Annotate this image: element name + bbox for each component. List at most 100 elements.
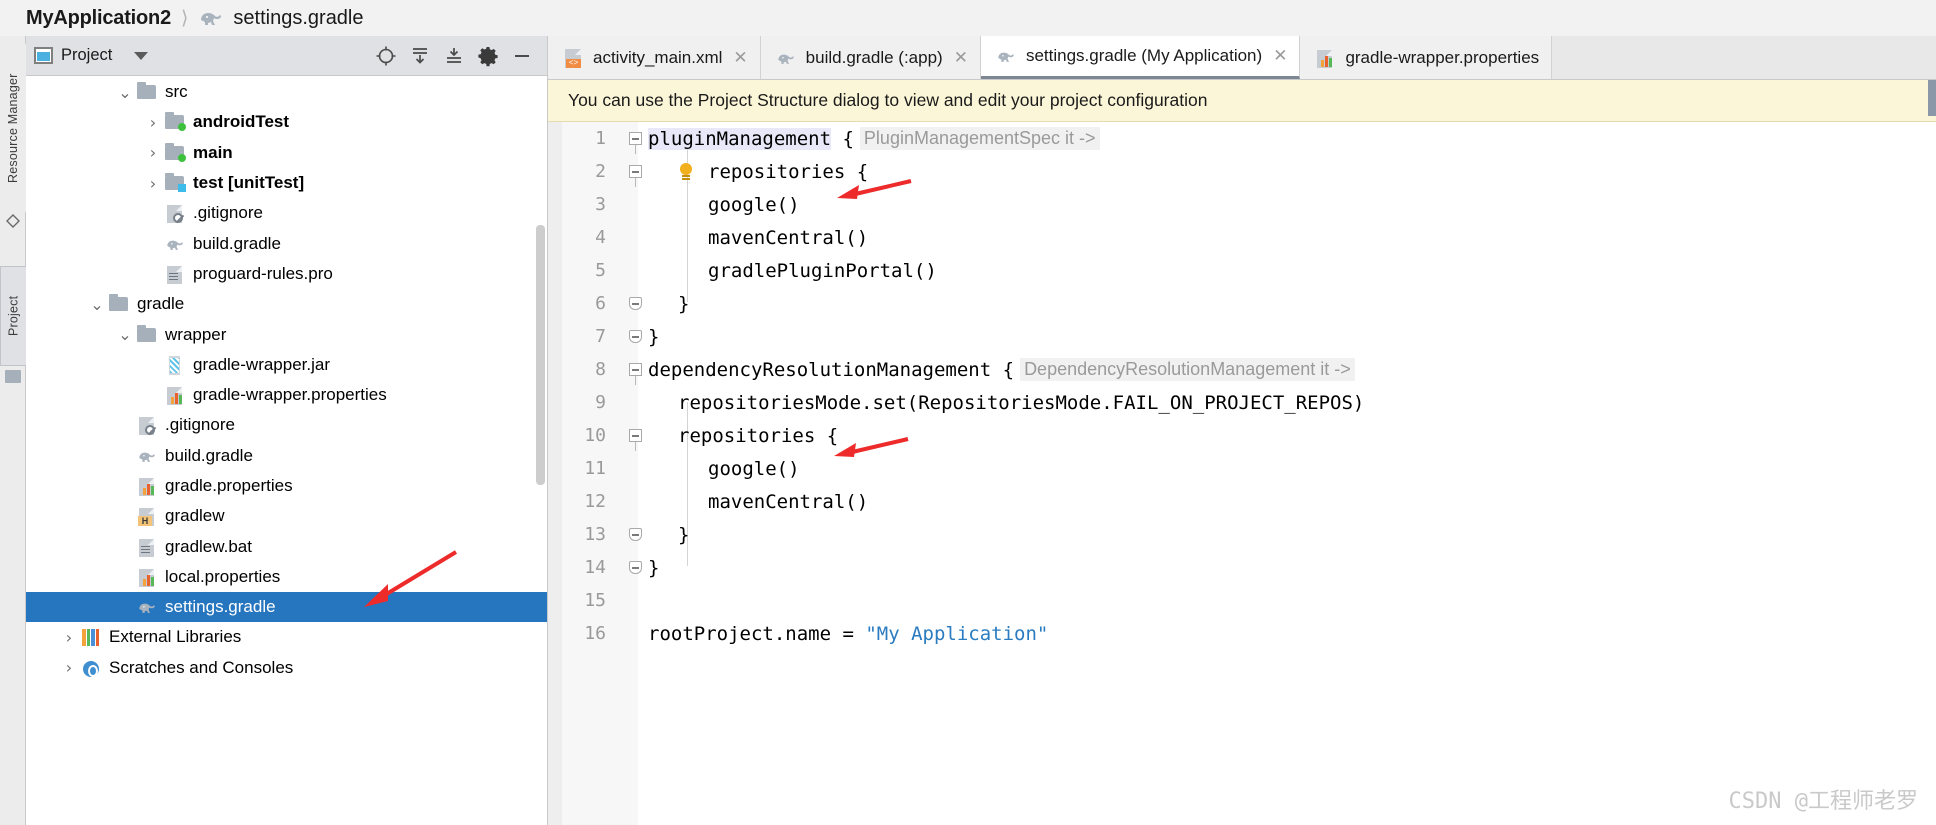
chevron-right-icon[interactable]: › [142, 174, 164, 193]
tab-settings-gradle-my-application[interactable]: settings.gradle (My Application) ✕ [980, 36, 1301, 79]
tree-item-wrapper[interactable]: ⌄ wrapper [26, 319, 547, 349]
code-line[interactable]: 1 pluginManagement {PluginManagementSpec … [548, 122, 1936, 155]
tree-item-scratches-and-consoles[interactable]: › Scratches and Consoles [26, 653, 547, 683]
chevron-down-icon[interactable] [134, 51, 149, 60]
breadcrumb-project[interactable]: MyApplication2 [26, 7, 171, 30]
locate-icon[interactable] [369, 39, 403, 73]
tree-item-gradle[interactable]: ⌄ gradle [26, 289, 547, 319]
project-panel-title: Project [61, 46, 113, 64]
sidebar-item-resource-manager[interactable]: Resource Manager [0, 44, 26, 212]
line-number: 1 [595, 128, 606, 149]
settings-gear-icon[interactable] [471, 39, 505, 73]
tree-item-src[interactable]: ⌄ src [26, 77, 547, 107]
code-line[interactable]: 2 repositories { [548, 155, 1936, 188]
gradle-elephant-icon [198, 8, 224, 28]
code-line[interactable]: 8 dependencyResolutionManagement {Depende… [548, 353, 1936, 386]
fold-end-icon[interactable] [622, 528, 648, 541]
fold-collapse-icon[interactable] [622, 363, 648, 385]
fold-collapse-icon[interactable] [622, 429, 648, 451]
code-viewport[interactable]: 1 pluginManagement {PluginManagementSpec … [548, 122, 1936, 825]
tab-build-gradle-app[interactable]: build.gradle (:app) ✕ [760, 36, 981, 79]
close-icon[interactable]: ✕ [733, 48, 747, 68]
code-line[interactable]: 15 [548, 584, 1936, 617]
code-line[interactable]: 7} [548, 320, 1936, 353]
tree-item-gradlew[interactable]: Hgradlew [26, 501, 547, 531]
sidebar-item-project[interactable]: Project [0, 266, 26, 366]
breadcrumb-file[interactable]: settings.gradle [233, 7, 363, 30]
code-line[interactable]: 16 rootProject.name = "My Application" [548, 617, 1936, 650]
tab-activity-main-xml[interactable]: activity_main.xml ✕ [548, 36, 761, 79]
tree-item-build-gradle[interactable]: build.gradle [26, 441, 547, 471]
chevron-down-icon[interactable]: ⌄ [114, 83, 136, 102]
tree-item-label: test [unitTest] [193, 173, 305, 193]
tree-item-gitignore[interactable]: .gitignore [26, 198, 547, 228]
code-line[interactable]: 9 repositoriesMode.set(RepositoriesMode.F… [548, 386, 1936, 419]
code-line[interactable]: 3 google() [548, 188, 1936, 221]
close-icon[interactable]: ✕ [954, 48, 968, 68]
tree-item-gradle-properties[interactable]: gradle.properties [26, 471, 547, 501]
chevron-right-icon[interactable]: › [142, 113, 164, 132]
tree-item-gradle-wrapper-jar[interactable]: gradle-wrapper.jar [26, 350, 547, 380]
line-number: 2 [595, 161, 606, 182]
text-file-icon [136, 537, 158, 557]
tree-item-label: local.properties [165, 566, 281, 586]
gradle-elephant-icon [775, 48, 797, 68]
editor-horizontal-scrollbar[interactable] [1928, 80, 1936, 116]
tree-item-label: gradlew [165, 506, 225, 526]
tree-scrollbar[interactable] [536, 225, 545, 485]
expand-all-icon[interactable] [403, 39, 437, 73]
tree-item-label: wrapper [165, 324, 227, 344]
tree-item-label: .gitignore [193, 203, 263, 223]
tree-item-label: Scratches and Consoles [109, 657, 294, 677]
line-number: 8 [595, 359, 606, 380]
code-line[interactable]: 10 repositories { [548, 419, 1936, 452]
fold-collapse-icon[interactable] [622, 132, 648, 154]
tree-item-label: gradle-wrapper.properties [193, 385, 387, 405]
chevron-right-icon[interactable]: › [58, 628, 80, 647]
fold-end-icon[interactable] [622, 297, 648, 310]
tree-item-external-libraries[interactable]: › External Libraries [26, 622, 547, 652]
tree-item-build-gradle[interactable]: build.gradle [26, 228, 547, 258]
tree-item-androidtest[interactable]: › androidTest [26, 107, 547, 137]
chevron-down-icon[interactable]: ⌄ [86, 295, 108, 314]
tree-item-local-properties[interactable]: local.properties [26, 562, 547, 592]
tree-item-gitignore[interactable]: .gitignore [26, 410, 547, 440]
project-tree[interactable]: ⌄ src › androidTest › main › test [unitTest] .gi… [26, 77, 547, 825]
collapse-all-icon[interactable] [437, 39, 471, 73]
tree-item-settings-gradle[interactable]: settings.gradle [26, 592, 547, 623]
code-brace: { [991, 358, 1015, 381]
fold-end-icon[interactable] [622, 330, 648, 343]
code-line[interactable]: 5 gradlePluginPortal() [548, 254, 1936, 287]
project-folder-icon [5, 370, 21, 383]
scratches-icon [80, 658, 102, 678]
tab-gradle-wrapper-properties[interactable]: gradle-wrapper.properties [1300, 36, 1553, 79]
tree-item-gradlew-bat[interactable]: gradlew.bat [26, 531, 547, 561]
tree-item-label: .gitignore [165, 415, 235, 435]
tree-item-proguard-rules-pro[interactable]: proguard-rules.pro [26, 259, 547, 289]
tree-item-main[interactable]: › main [26, 138, 547, 168]
xml-layout-icon [562, 48, 584, 68]
tree-item-test-unittest[interactable]: › test [unitTest] [26, 168, 547, 198]
intention-bulb-icon[interactable] [678, 162, 694, 181]
code-line[interactable]: 14} [548, 551, 1936, 584]
code-line[interactable]: 6} [548, 287, 1936, 320]
code-line[interactable]: 13} [548, 518, 1936, 551]
fold-collapse-icon[interactable] [622, 165, 648, 187]
tree-item-gradle-wrapper-properties[interactable]: gradle-wrapper.properties [26, 380, 547, 410]
watermark: CSDN @工程师老罗 [1728, 789, 1918, 814]
code-text: } [648, 325, 660, 348]
code-line[interactable]: 12 mavenCentral() [548, 485, 1936, 518]
chevron-right-icon[interactable]: › [142, 143, 164, 162]
left-tool-strip: Resource Manager Project [0, 36, 26, 825]
code-line[interactable]: 11 google() [548, 452, 1936, 485]
chevron-right-icon[interactable]: › [58, 658, 80, 677]
hide-panel-icon[interactable] [505, 39, 539, 73]
folder-icon [108, 294, 130, 314]
line-number: 4 [595, 227, 606, 248]
tree-item-label: proguard-rules.pro [193, 263, 333, 283]
tree-item-label: gradle [137, 294, 185, 314]
chevron-down-icon[interactable]: ⌄ [114, 325, 136, 344]
close-icon[interactable]: ✕ [1273, 46, 1287, 66]
fold-end-icon[interactable] [622, 561, 648, 574]
code-line[interactable]: 4 mavenCentral() [548, 221, 1936, 254]
